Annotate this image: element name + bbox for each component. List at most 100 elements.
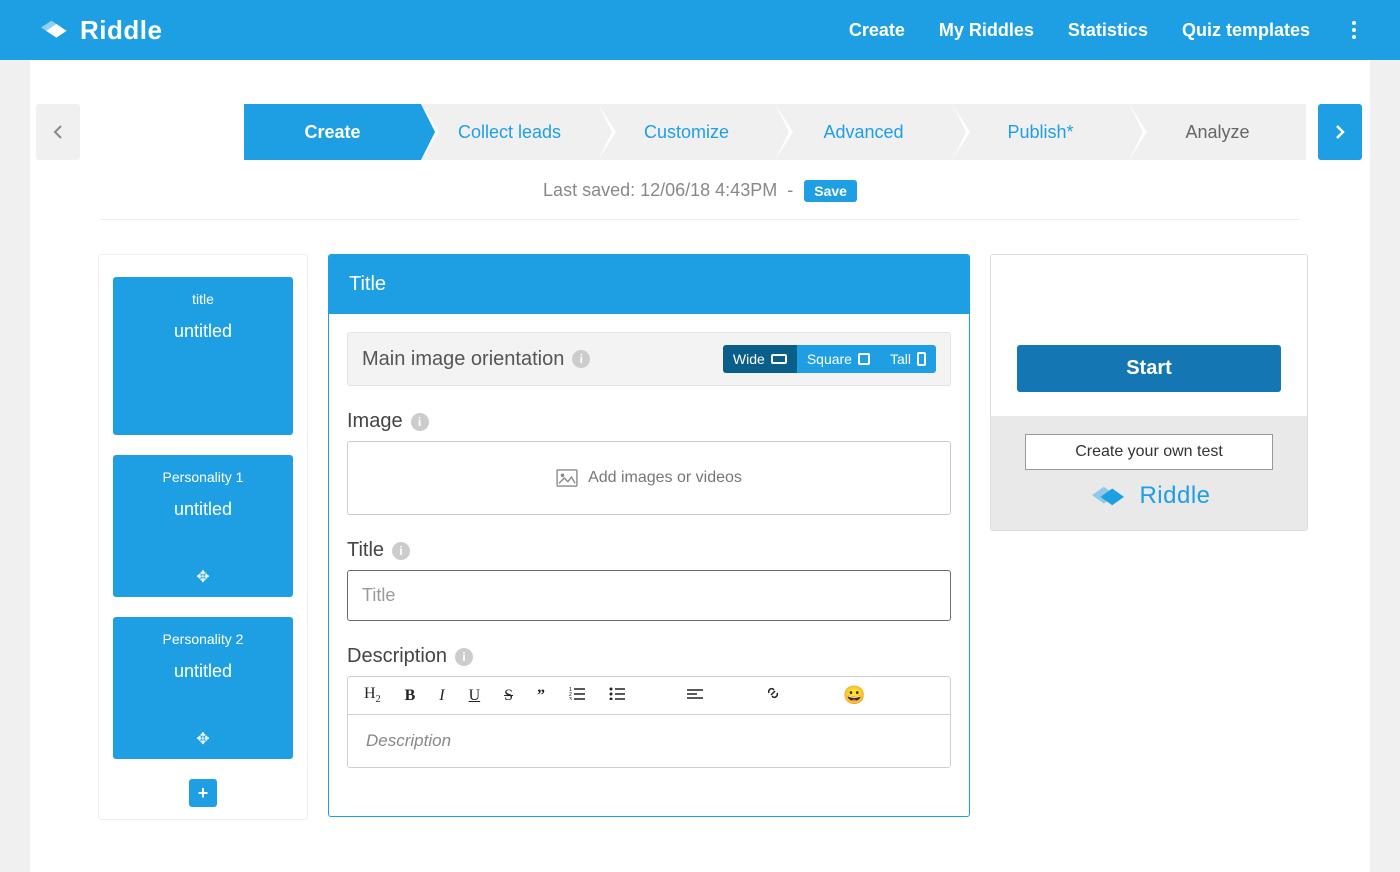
rte-link-button[interactable] [761, 683, 785, 708]
sidebar: title untitled Personality 1 untitled ✥ … [98, 254, 308, 820]
add-tile-button[interactable]: + [189, 779, 217, 807]
orientation-tall-button[interactable]: Tall [880, 345, 936, 373]
step-label: Customize [644, 122, 729, 143]
square-shape-icon [858, 353, 870, 365]
start-button[interactable]: Start [1017, 345, 1281, 392]
separator: - [787, 180, 793, 200]
brand-text: Riddle [80, 15, 162, 46]
step-customize[interactable]: Customize [598, 104, 775, 160]
label-text: Title [347, 539, 384, 562]
sidebar-tile-personality-2[interactable]: Personality 2 untitled ✥ [113, 617, 293, 759]
kebab-menu-icon[interactable] [1344, 17, 1364, 43]
prev-step-button[interactable] [36, 104, 80, 160]
nav-create[interactable]: Create [849, 20, 905, 41]
plus-icon: + [198, 783, 209, 804]
next-step-button[interactable] [1318, 104, 1362, 160]
description-editor: H2 B I U S ” 123 😀 [347, 676, 951, 768]
create-own-test-button[interactable]: Create your own test [1025, 434, 1273, 470]
chevron-left-icon [53, 124, 63, 140]
title-input[interactable] [347, 570, 951, 621]
last-saved-text: Last saved: 12/06/18 4:43PM [543, 180, 777, 200]
rte-quote-button[interactable]: ” [533, 685, 549, 707]
sidebar-tile-title[interactable]: title untitled [113, 277, 293, 435]
tile-type-label: Personality 2 [121, 631, 285, 647]
step-label: Create [304, 122, 360, 143]
step-label: Collect leads [458, 122, 561, 143]
dropzone-text: Add images or videos [588, 469, 742, 487]
step-row: Create Collect leads Customize Advanced … [32, 60, 1368, 166]
brand-logo-icon [36, 17, 70, 43]
editor-panel: Title Main image orientation i Wide Squa… [328, 254, 970, 817]
last-saved-row: Last saved: 12/06/18 4:43PM - Save [32, 166, 1368, 209]
step-label: Analyze [1185, 122, 1249, 143]
drag-handle-icon[interactable]: ✥ [196, 567, 209, 587]
nav-templates[interactable]: Quiz templates [1182, 20, 1310, 41]
orientation-square-button[interactable]: Square [797, 345, 880, 373]
tile-title-label: untitled [121, 661, 285, 682]
info-icon[interactable]: i [455, 648, 473, 666]
title-field-label: Title i [347, 539, 951, 562]
unordered-list-icon [609, 686, 625, 700]
image-dropzone[interactable]: Add images or videos [347, 441, 951, 515]
svg-text:3: 3 [569, 697, 572, 700]
label-text: Image [347, 410, 403, 433]
description-field-label: Description i [347, 645, 951, 668]
step-label: Publish* [1007, 122, 1073, 143]
wide-shape-icon [771, 354, 787, 364]
step-collect-leads[interactable]: Collect leads [421, 104, 598, 160]
toggle-label: Square [807, 351, 852, 367]
step-advanced[interactable]: Advanced [775, 104, 952, 160]
link-icon [765, 685, 781, 701]
rte-emoji-button[interactable]: 😀 [839, 683, 869, 708]
image-field-label: Image i [347, 410, 951, 433]
preview-brand-text: Riddle [1139, 482, 1210, 510]
step-publish[interactable]: Publish* [952, 104, 1129, 160]
info-icon[interactable]: i [411, 413, 429, 431]
tile-title-label: untitled [121, 321, 285, 342]
preview-top: Start [991, 255, 1307, 416]
nav-statistics[interactable]: Statistics [1068, 20, 1148, 41]
label-text: Description [347, 645, 447, 668]
tile-type-label: title [121, 291, 285, 307]
info-icon[interactable]: i [392, 542, 410, 560]
rte-unordered-list-button[interactable] [605, 684, 629, 707]
description-textarea[interactable]: Description [348, 715, 950, 767]
rte-toolbar: H2 B I U S ” 123 😀 [348, 677, 950, 715]
sidebar-tile-personality-1[interactable]: Personality 1 untitled ✥ [113, 455, 293, 597]
rte-italic-button[interactable]: I [435, 685, 448, 707]
tile-type-label: Personality 1 [121, 469, 285, 485]
preview-panel: Start Create your own test Riddle [990, 254, 1308, 531]
orientation-label-text: Main image orientation [362, 348, 564, 371]
save-button[interactable]: Save [804, 180, 857, 202]
description-placeholder: Description [366, 731, 451, 750]
nav-my-riddles[interactable]: My Riddles [939, 20, 1034, 41]
orientation-toggle-group: Wide Square Tall [723, 345, 936, 373]
brand[interactable]: Riddle [36, 15, 162, 46]
info-icon[interactable]: i [572, 350, 590, 368]
drag-handle-icon[interactable]: ✥ [196, 729, 209, 749]
orientation-label: Main image orientation i [362, 348, 590, 371]
rte-bold-button[interactable]: B [401, 685, 420, 707]
orientation-wide-button[interactable]: Wide [723, 345, 797, 373]
steps: Create Collect leads Customize Advanced … [244, 104, 1306, 160]
ordered-list-icon: 123 [569, 686, 585, 700]
step-label: Advanced [823, 122, 903, 143]
preview-brand[interactable]: Riddle [1025, 482, 1273, 510]
tile-title-label: untitled [121, 499, 285, 520]
step-analyze[interactable]: Analyze [1129, 104, 1306, 160]
chevron-right-icon [1335, 124, 1345, 140]
orientation-bar: Main image orientation i Wide Square Tal… [347, 332, 951, 386]
rte-heading-button[interactable]: H2 [360, 683, 385, 707]
rte-ordered-list-button[interactable]: 123 [565, 684, 589, 707]
rte-strike-button[interactable]: S [500, 685, 517, 707]
step-create[interactable]: Create [244, 104, 421, 160]
toggle-label: Tall [890, 351, 911, 367]
rte-underline-button[interactable]: U [465, 685, 485, 707]
align-icon [687, 688, 703, 700]
image-icon [556, 469, 578, 487]
preview-bottom: Create your own test Riddle [991, 416, 1307, 530]
toggle-label: Wide [733, 351, 765, 367]
page: Create Collect leads Customize Advanced … [30, 60, 1370, 872]
brand-logo-icon [1087, 482, 1129, 510]
rte-align-button[interactable] [683, 685, 707, 707]
